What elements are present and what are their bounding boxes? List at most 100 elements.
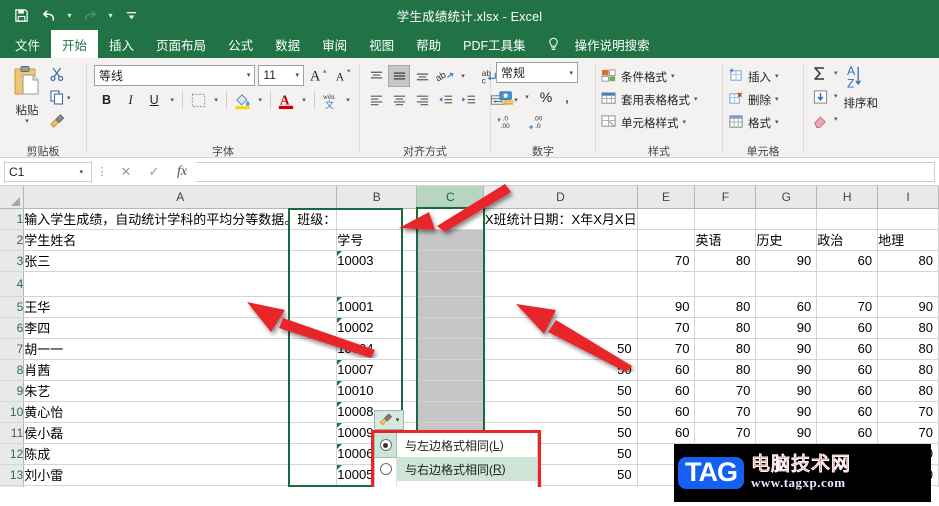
insert-cells-caret[interactable]: ▾	[775, 73, 779, 80]
table-row[interactable]: 6 李四 10002 70 80 90 60 80	[0, 317, 939, 339]
cell-G1[interactable]	[755, 208, 818, 230]
row-header-2[interactable]: 2	[0, 229, 25, 251]
accounting-dropdown-caret[interactable]: ▾	[521, 86, 533, 108]
cell-C1[interactable]	[415, 208, 485, 230]
cell-B9[interactable]: 10010	[336, 380, 418, 402]
increase-decimal-button[interactable]: .0.00	[496, 110, 522, 132]
cell-D1[interactable]: X班统计日期：X年X月X日	[483, 208, 638, 230]
tab-view[interactable]: 视图	[358, 30, 405, 58]
cell-F8[interactable]: 80	[694, 359, 757, 381]
cell-A8[interactable]: 肖茜	[23, 359, 338, 381]
cell-I6[interactable]: 80	[877, 317, 939, 339]
cell-G4[interactable]	[755, 271, 818, 297]
clear-button[interactable]: ▾	[809, 108, 838, 131]
delete-cells-caret[interactable]: ▾	[775, 96, 779, 103]
cell-F6[interactable]: 80	[694, 317, 757, 339]
column-header-i[interactable]: I	[877, 186, 939, 209]
copy-dropdown-caret[interactable]: ▾	[67, 95, 71, 102]
cell-B8[interactable]: 10007	[336, 359, 418, 381]
cell-G6[interactable]: 90	[755, 317, 818, 339]
cell-I1[interactable]	[877, 208, 939, 230]
autosum-button[interactable]: ▾	[809, 62, 838, 85]
table-row[interactable]: 1 输入学生成绩，自动统计学科的平均分等数据。班级： X班统计日期：X年X月X日	[0, 208, 939, 230]
paste-options-caret-icon[interactable]: ▾	[396, 416, 400, 424]
spreadsheet-grid[interactable]: A B C D E F G H I 1 输入学生成绩，自动统计学科的平均分等数据。…	[0, 186, 939, 487]
format-painter-button[interactable]	[49, 111, 71, 132]
comma-style-button[interactable]: ,	[559, 86, 575, 108]
cell-F7[interactable]: 80	[694, 338, 757, 360]
cell-I8[interactable]: 80	[877, 359, 939, 381]
cell-F11[interactable]: 70	[694, 422, 757, 444]
name-box-caret-icon[interactable]: ▾	[79, 168, 87, 176]
cell-C8[interactable]	[415, 359, 485, 381]
redo-dropdown-caret[interactable]: ▾	[105, 3, 116, 27]
cell-H1[interactable]	[816, 208, 879, 230]
formula-input[interactable]	[196, 161, 935, 182]
font-size-combo[interactable]: 11 ▾	[258, 64, 304, 86]
cell-E11[interactable]: 60	[637, 422, 696, 444]
cell-E6[interactable]: 70	[637, 317, 696, 339]
cell-C6[interactable]	[415, 317, 485, 339]
cell-E10[interactable]: 60	[637, 401, 696, 423]
format-as-table-button[interactable]: 套用表格格式 ▾	[601, 88, 698, 111]
decrease-indent-button[interactable]	[434, 89, 456, 111]
column-header-d[interactable]: D	[483, 186, 638, 209]
format-cells-caret[interactable]: ▾	[775, 119, 779, 126]
fill-button[interactable]: ▾	[809, 85, 838, 108]
cell-A10[interactable]: 黄心怡	[23, 401, 338, 423]
decrease-font-size-button[interactable]: A	[332, 64, 354, 86]
format-as-table-caret[interactable]: ▾	[694, 96, 698, 103]
clear-caret[interactable]: ▾	[834, 116, 838, 123]
cell-D10[interactable]: 50	[483, 401, 638, 423]
paste-option-same-as-left[interactable]: 与左边格式相同(L)	[397, 433, 537, 457]
row-header-3[interactable]: 3	[0, 250, 25, 272]
row-header-6[interactable]: 6	[0, 317, 25, 339]
cell-F9[interactable]: 70	[694, 380, 757, 402]
cell-H10[interactable]: 60	[816, 401, 879, 423]
cell-G2[interactable]: 历史	[755, 229, 818, 251]
cell-B6[interactable]: 10002	[336, 317, 418, 339]
cell-D3[interactable]	[483, 250, 638, 272]
tab-tell-me-search[interactable]: 操作说明搜索	[564, 30, 661, 58]
name-box[interactable]: C1 ▾	[4, 161, 92, 182]
cell-A3[interactable]: 张三	[23, 250, 338, 272]
cell-G3[interactable]: 90	[755, 250, 818, 272]
underline-button[interactable]: U	[143, 89, 165, 111]
customize-quick-access-icon[interactable]	[118, 3, 144, 27]
align-bottom-button[interactable]	[411, 65, 433, 87]
tab-page-layout[interactable]: 页面布局	[145, 30, 217, 58]
cell-A2[interactable]: 学生姓名	[23, 229, 338, 251]
tab-home[interactable]: 开始	[51, 30, 99, 58]
cell-I9[interactable]: 80	[877, 380, 939, 402]
cell-H4[interactable]	[816, 271, 879, 297]
font-name-combo[interactable]: 等线 ▾	[94, 64, 256, 86]
cell-C4[interactable]	[415, 271, 485, 297]
cell-A14[interactable]	[23, 485, 338, 487]
cell-C3[interactable]	[415, 250, 485, 272]
cell-H6[interactable]: 60	[816, 317, 879, 339]
cell-D9[interactable]: 50	[483, 380, 638, 402]
cell-E8[interactable]: 60	[637, 359, 696, 381]
cell-D2[interactable]	[483, 229, 638, 251]
cancel-entry-button[interactable]: ✕	[112, 162, 140, 182]
number-format-caret-icon[interactable]: ▾	[569, 69, 577, 77]
row-header-13[interactable]: 13	[0, 464, 25, 486]
paste-options-button[interactable]: ▾	[374, 410, 404, 430]
delete-cells-button[interactable]: 删除 ▾	[728, 88, 779, 111]
italic-button[interactable]: I	[119, 89, 142, 111]
cell-B5[interactable]: 10001	[336, 296, 418, 318]
orientation-dropdown-caret[interactable]: ▾	[457, 65, 469, 87]
table-row[interactable]: 5 王华 10001 90 80 60 70 90	[0, 296, 939, 318]
cell-A13[interactable]: 刘小雷	[23, 464, 338, 486]
cut-button[interactable]	[49, 65, 71, 86]
cell-I7[interactable]: 80	[877, 338, 939, 360]
row-header-8[interactable]: 8	[0, 359, 25, 381]
underline-dropdown-caret[interactable]: ▾	[166, 89, 178, 111]
cell-G10[interactable]: 90	[755, 401, 818, 423]
phonetic-guide-button[interactable]: wén 文	[319, 89, 341, 111]
cell-E4[interactable]	[637, 271, 696, 297]
table-row[interactable]: 2 学生姓名 学号 英语 历史 政治 地理	[0, 229, 939, 251]
cell-F4[interactable]	[694, 271, 757, 297]
column-header-e[interactable]: E	[637, 186, 696, 209]
cell-D8[interactable]: 50	[483, 359, 638, 381]
